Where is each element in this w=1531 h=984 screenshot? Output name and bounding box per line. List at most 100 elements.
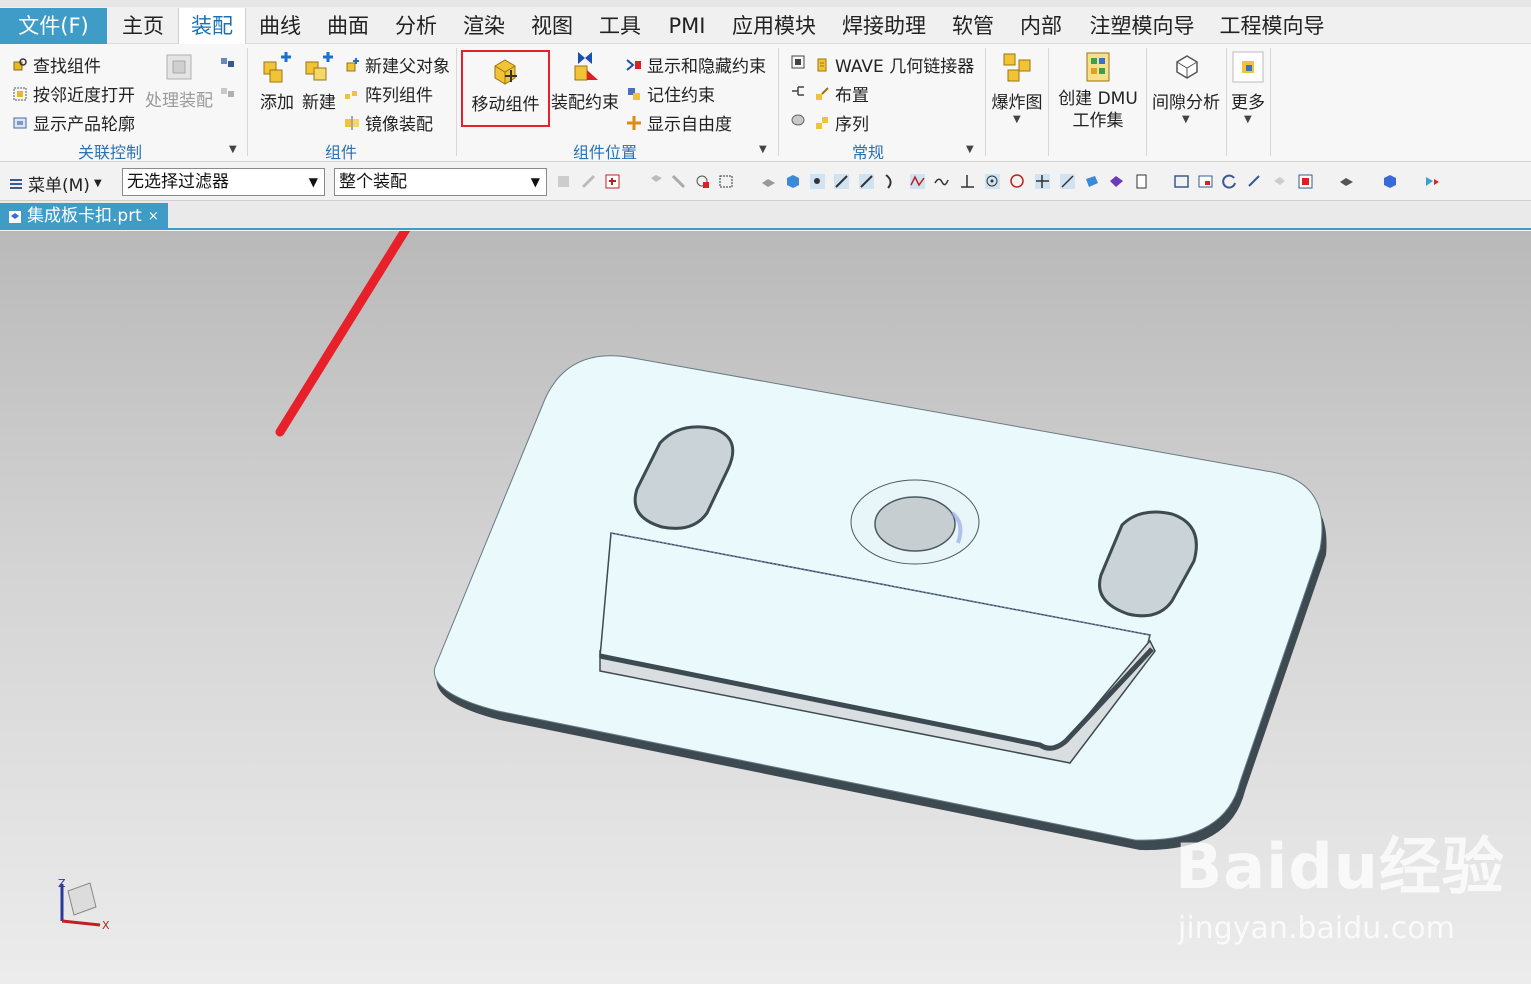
tab-analysis[interactable]: 分析 <box>386 8 446 44</box>
unlink-icon[interactable] <box>220 84 236 100</box>
assembly-navigator-icon[interactable] <box>790 83 806 99</box>
pan-icon[interactable] <box>1246 173 1263 190</box>
render-style-icon[interactable] <box>1338 173 1355 190</box>
snap-intersection-icon[interactable] <box>909 173 926 190</box>
snap-on-curve-icon[interactable] <box>1059 173 1076 190</box>
tab-view[interactable]: 视图 <box>522 8 582 44</box>
tab-render[interactable]: 渲染 <box>454 8 514 44</box>
new-component-button[interactable]: 新建 <box>298 50 340 113</box>
explode-dropdown-icon[interactable]: ▼ <box>1013 114 1021 125</box>
shaded-icon[interactable] <box>1381 173 1398 190</box>
more-button[interactable]: 更多 <box>1229 50 1267 113</box>
file-menu[interactable]: 文件(F) <box>0 8 107 44</box>
close-icon[interactable]: × <box>148 203 159 230</box>
show-hide-constraints-button[interactable]: 显示和隐藏约束 <box>626 52 766 77</box>
reference-set-icon[interactable] <box>790 112 806 128</box>
snap-control-point-icon[interactable] <box>882 173 899 190</box>
tab-hose[interactable]: 软管 <box>944 8 1002 44</box>
exploded-view-button[interactable]: 爆炸图 <box>989 50 1045 113</box>
clearance-analysis-button[interactable]: 间隙分析 <box>1150 50 1222 113</box>
group-label-component-position: 组件位置 <box>573 143 638 162</box>
group1-dropdown-icon[interactable]: ▼ <box>229 144 237 155</box>
arrangement-icon <box>816 86 829 100</box>
select-all-icon[interactable] <box>604 173 621 190</box>
move-component-button[interactable]: 移动组件 <box>461 50 550 127</box>
selection-scope-dropdown[interactable]: 整个装配 ▼ <box>334 168 547 196</box>
show-degrees-of-freedom-label: 显示自由度 <box>647 115 732 135</box>
edit-section-icon[interactable] <box>1424 173 1441 190</box>
array-component-button[interactable]: 阵列组件 <box>344 81 433 106</box>
tab-mold-wizard[interactable]: 注塑模向导 <box>1082 8 1202 44</box>
display-mode-icon[interactable] <box>1297 173 1314 190</box>
main-menu-button[interactable]: 菜单(M) ▼ <box>8 171 102 196</box>
document-tab-title: 集成板卡扣.prt <box>27 206 142 226</box>
group-label-component: 组件 <box>325 143 358 162</box>
open-by-proximity-button[interactable]: 按邻近度打开 <box>12 81 135 106</box>
snap-point-icon[interactable] <box>809 173 826 190</box>
zoom-icon[interactable] <box>1197 173 1214 190</box>
tab-weld-assistant[interactable]: 焊接助理 <box>836 8 932 44</box>
find-component-button[interactable]: 查找组件 <box>12 52 101 77</box>
snap-on-surface-icon[interactable] <box>1083 173 1100 190</box>
clearance-dropdown-icon[interactable]: ▼ <box>1182 114 1190 125</box>
assembly-constraint-button[interactable]: 装配约束 <box>550 50 620 113</box>
arrangement-button[interactable]: 布置 <box>814 81 869 106</box>
new-parent-button[interactable]: 新建父对象 <box>344 52 450 77</box>
link-icon[interactable] <box>220 54 236 70</box>
graphics-viewport[interactable]: Z X Baidu经验 jingyan.baidu.com <box>0 231 1531 984</box>
snap-perpendicular-icon[interactable] <box>959 173 976 190</box>
array-component-icon <box>345 90 357 99</box>
menu-bar: 文件(F) 主页 装配 曲线 曲面 分析 渲染 视图 工具 PMI 应用模块 焊… <box>0 0 1531 44</box>
document-tab[interactable]: 集成板卡扣.prt × <box>0 203 168 230</box>
filter-icon[interactable] <box>648 173 665 190</box>
filter-icon[interactable] <box>670 173 687 190</box>
tab-application[interactable]: 应用模块 <box>726 8 822 44</box>
dmu-label-line2: 工作集 <box>1072 111 1124 131</box>
process-assembly-button[interactable]: 处理装配 <box>143 52 215 111</box>
snap-icon[interactable] <box>760 173 777 190</box>
create-dmu-workset-button[interactable]: 创建 DMU 工作集 <box>1053 50 1143 132</box>
rotate-icon[interactable] <box>1221 173 1238 190</box>
group4-dropdown-icon[interactable]: ▼ <box>966 144 974 155</box>
tab-internal[interactable]: 内部 <box>1012 8 1070 44</box>
group-separator <box>1226 48 1227 156</box>
process-assembly-label: 处理装配 <box>145 91 213 111</box>
tab-assembly[interactable]: 装配 <box>178 8 246 44</box>
rectangle-select-icon[interactable] <box>718 173 735 190</box>
snap-curve-icon[interactable] <box>933 173 950 190</box>
filter-icon[interactable] <box>694 173 711 190</box>
group3-dropdown-icon[interactable]: ▼ <box>759 144 767 155</box>
solid-body-icon[interactable] <box>784 173 801 190</box>
remember-constraints-button[interactable]: 记住约束 <box>626 81 715 106</box>
snap-existing-point-icon[interactable] <box>1034 173 1051 190</box>
snap-pole-icon[interactable] <box>1133 173 1150 190</box>
mirror-assembly-button[interactable]: 镜像装配 <box>344 110 433 135</box>
selection-toolbar: 菜单(M) ▼ 无选择过滤器 ▼ 整个装配 ▼ <box>0 163 1531 201</box>
snap-bounded-grid-icon[interactable] <box>1108 173 1125 190</box>
clearance-analysis-label: 间隙分析 <box>1152 93 1220 113</box>
wave-mode-icon[interactable] <box>790 54 806 70</box>
fit-view-icon[interactable] <box>1173 173 1190 190</box>
tab-tools[interactable]: 工具 <box>590 8 650 44</box>
type-filter-dropdown[interactable]: 无选择过滤器 ▼ <box>122 168 325 196</box>
tab-surface[interactable]: 曲面 <box>318 8 378 44</box>
sequence-button[interactable]: 序列 <box>814 110 869 135</box>
tab-progressive-die-wizard[interactable]: 工程模向导 <box>1212 8 1332 44</box>
show-product-outline-button[interactable]: 显示产品轮廓 <box>12 110 135 135</box>
orient-view-icon[interactable] <box>1271 173 1288 190</box>
tab-curve[interactable]: 曲线 <box>250 8 310 44</box>
wave-geometry-linker-button[interactable]: WAVE 几何链接器 <box>814 52 974 77</box>
filter-icon[interactable] <box>580 173 597 190</box>
filter-icon[interactable] <box>555 173 572 190</box>
snap-quadrant-icon[interactable] <box>1009 173 1026 190</box>
add-component-button[interactable]: 添加 <box>256 50 298 113</box>
assembly-constraint-label: 装配约束 <box>551 93 619 113</box>
snap-arc-center-icon[interactable] <box>984 173 1001 190</box>
tab-pmi[interactable]: PMI <box>660 8 714 44</box>
tab-home[interactable]: 主页 <box>112 8 174 44</box>
snap-midpoint-icon[interactable] <box>858 173 875 190</box>
snap-endpoint-icon[interactable] <box>833 173 850 190</box>
more-dropdown-icon[interactable]: ▼ <box>1244 114 1252 125</box>
show-hide-constraints-label: 显示和隐藏约束 <box>647 57 766 77</box>
show-degrees-of-freedom-button[interactable]: 显示自由度 <box>626 110 732 135</box>
